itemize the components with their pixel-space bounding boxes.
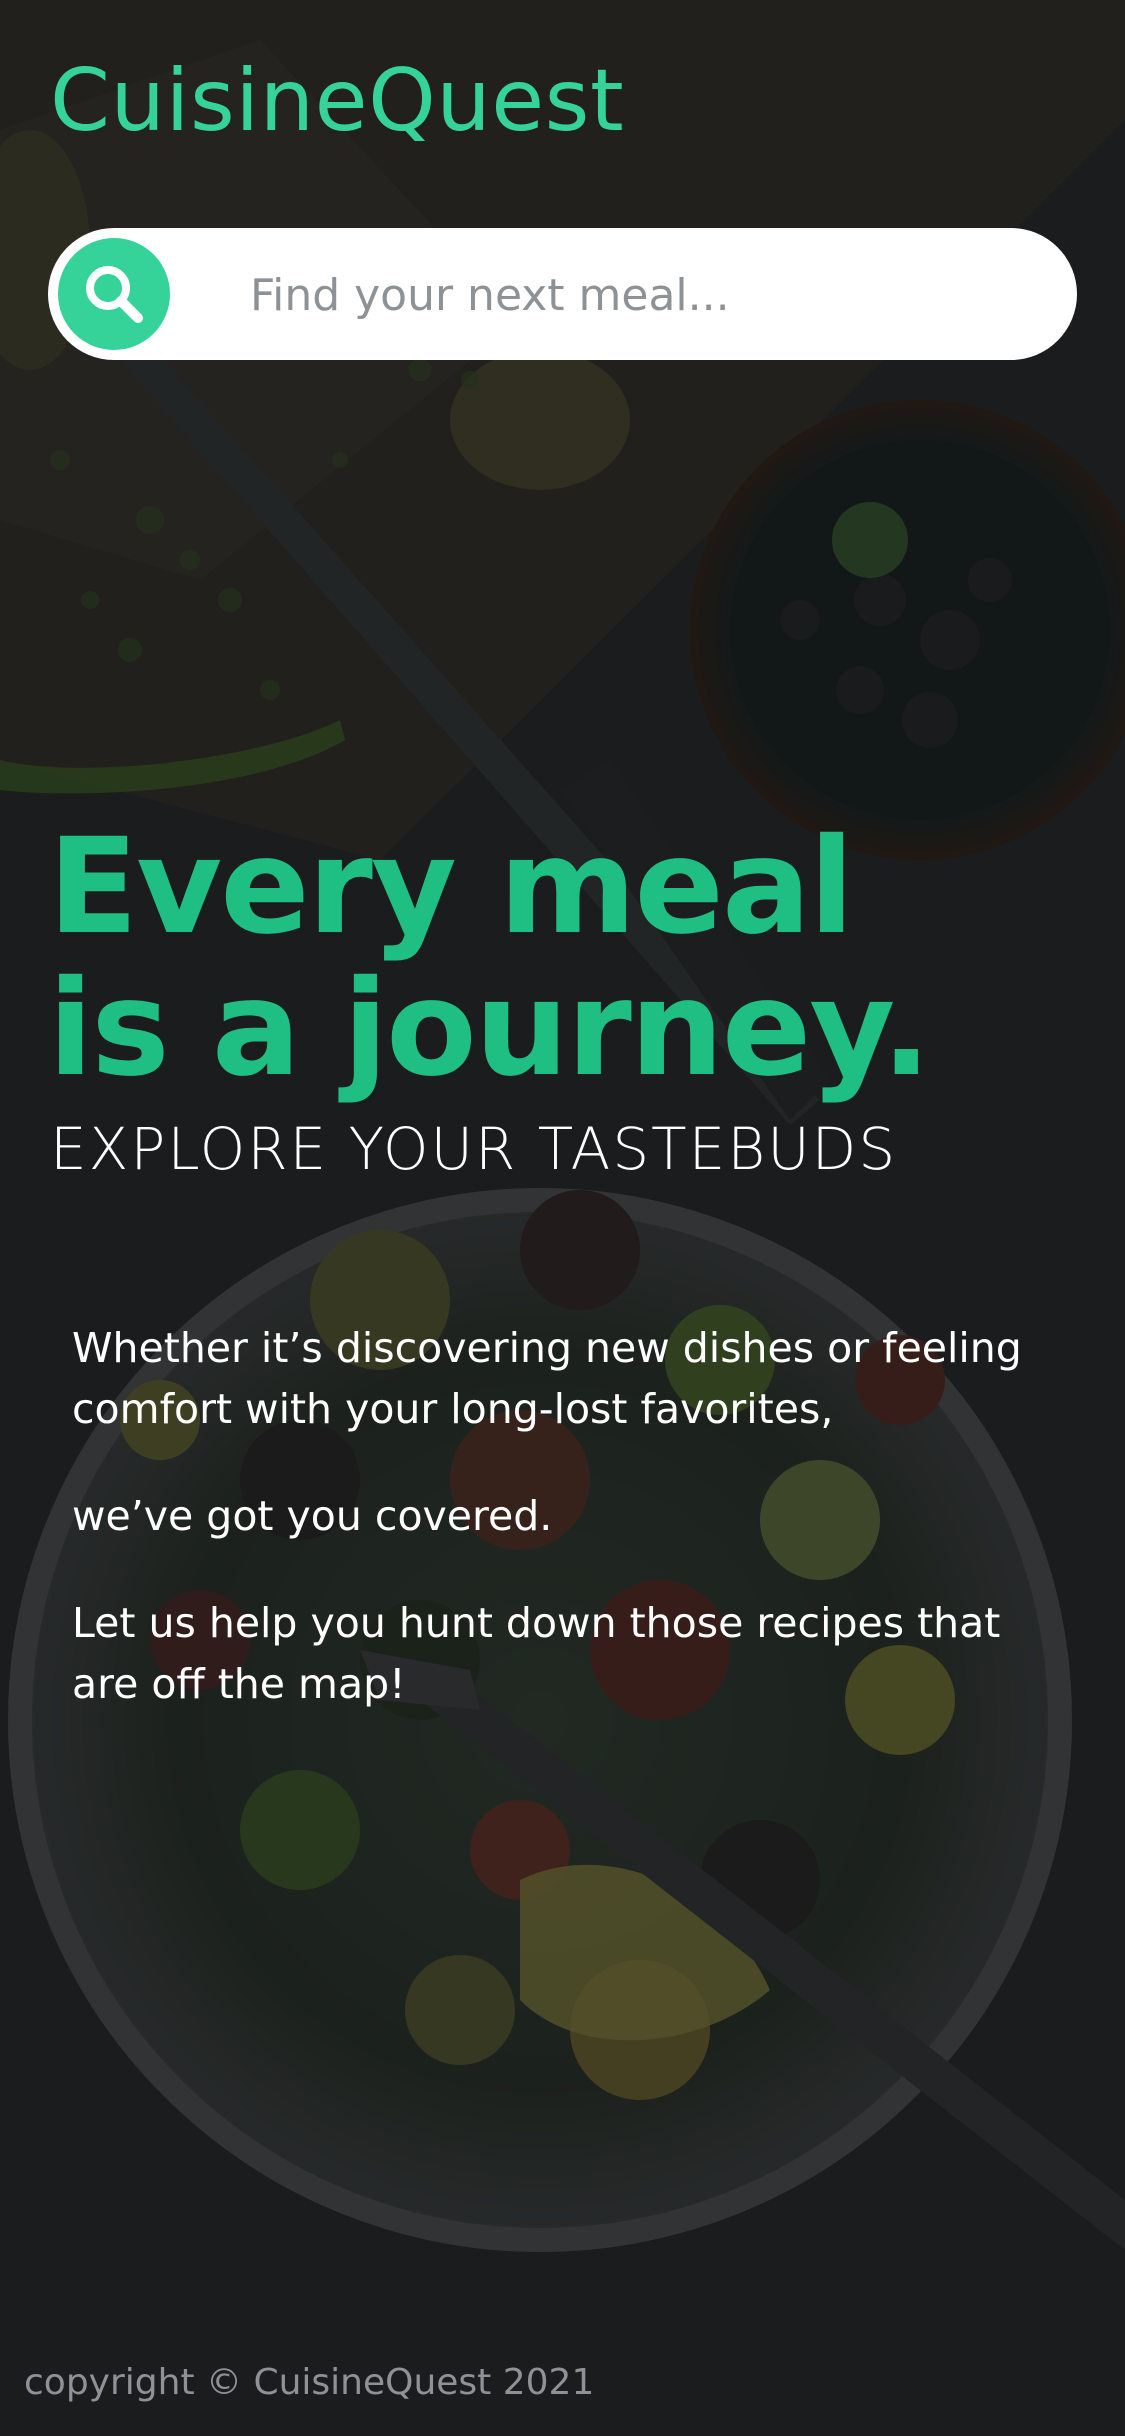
intro-paragraph: Whether it’s discovering new dishes or f…	[72, 1324, 1022, 1433]
hero-headline: Every meal is a journey.	[48, 816, 1088, 1100]
intro-copy: Whether it’s discovering new dishes or f…	[72, 1318, 1062, 1761]
search-icon	[86, 266, 143, 323]
footer-copyright: copyright © CuisineQuest 2021	[24, 2362, 595, 2403]
brand-logo[interactable]: CuisineQuest	[50, 46, 624, 156]
hero-line-1: Every meal	[48, 810, 854, 964]
intro-paragraph: we’ve got you covered.	[72, 1492, 553, 1540]
search-input[interactable]	[248, 248, 1052, 342]
landing-page: CuisineQuest Every meal is a journey. EX…	[0, 0, 1125, 2436]
hero-tagline: EXPLORE YOUR TASTEBUDS	[50, 1115, 898, 1183]
search-button[interactable]	[58, 238, 170, 350]
hero-line-2: is a journey.	[48, 952, 931, 1106]
search-bar[interactable]	[48, 228, 1077, 360]
intro-paragraph: Let us help you hunt down those recipes …	[72, 1599, 1001, 1708]
background-dim-overlay	[0, 0, 1125, 2436]
